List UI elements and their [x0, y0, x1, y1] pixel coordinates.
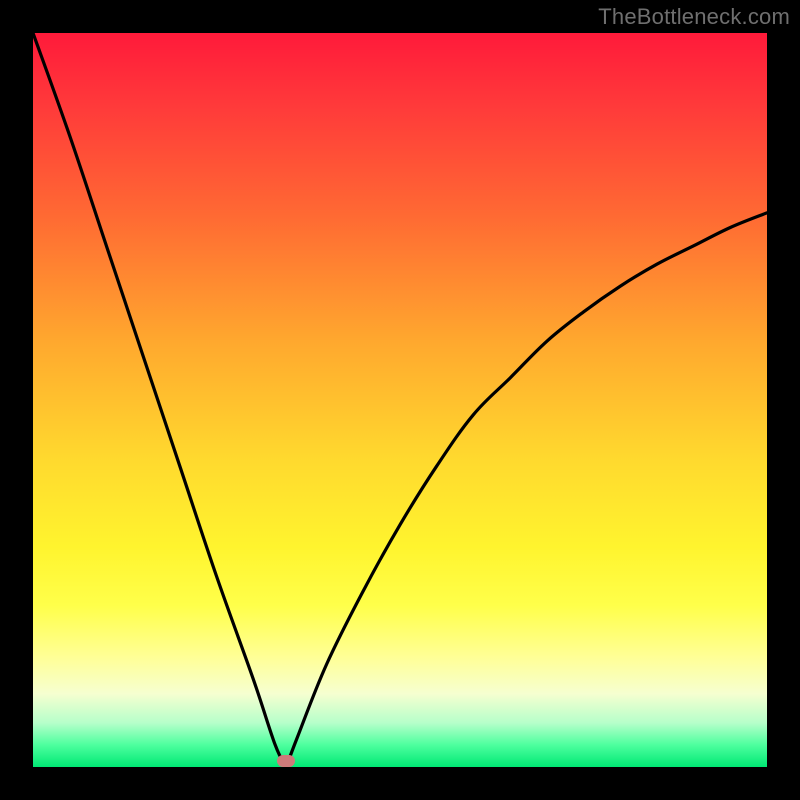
chart-plot-area — [33, 33, 767, 767]
watermark-text: TheBottleneck.com — [598, 4, 790, 30]
bottleneck-curve — [33, 33, 767, 767]
chart-frame: TheBottleneck.com — [0, 0, 800, 800]
min-marker-icon — [277, 755, 295, 767]
